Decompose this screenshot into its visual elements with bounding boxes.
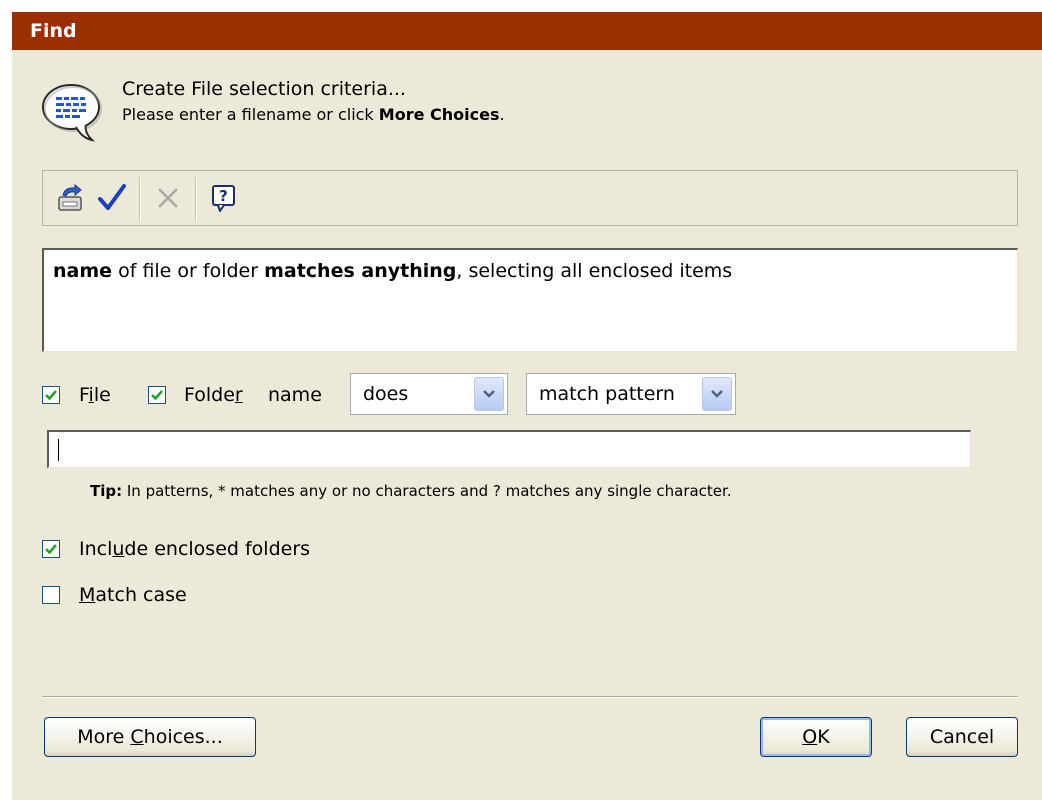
help-icon: ? — [212, 185, 235, 212]
does-select[interactable]: does — [350, 373, 508, 415]
export-button[interactable] — [53, 181, 87, 215]
divider — [42, 696, 1018, 698]
does-select-value: does — [363, 383, 409, 405]
chevron-down-icon[interactable] — [474, 377, 504, 411]
tip-text: Tip: In patterns, * matches any or no ch… — [90, 482, 732, 500]
title-bar: Find — [12, 12, 1042, 50]
export-icon — [58, 183, 82, 211]
toolbar-separator — [139, 177, 141, 221]
svg-text:?: ? — [219, 187, 228, 205]
checkmark-icon — [151, 390, 163, 401]
match-case-checkbox[interactable] — [42, 586, 60, 604]
pattern-input[interactable] — [47, 430, 971, 468]
apply-button[interactable] — [95, 181, 129, 215]
pattern-select-value: match pattern — [539, 383, 675, 405]
folder-label[interactable]: Folder — [184, 384, 243, 406]
header-instructions: Please enter a filename or click More Ch… — [122, 105, 505, 124]
checkmark-icon — [98, 184, 126, 210]
checkmark-icon — [45, 390, 57, 401]
header-title: Create File selection criteria... — [122, 78, 406, 100]
include-enclosed-label[interactable]: Include enclosed folders — [79, 538, 310, 560]
delete-button[interactable] — [151, 181, 185, 215]
speech-bubble-icon — [40, 80, 108, 142]
include-enclosed-checkbox[interactable] — [42, 540, 60, 558]
file-label[interactable]: File — [79, 384, 111, 406]
ok-button[interactable]: OK — [760, 717, 872, 757]
folder-checkbox[interactable] — [148, 386, 166, 404]
criteria-summary[interactable]: name of file or folder matches anything,… — [42, 248, 1018, 352]
more-choices-button[interactable]: More Choices... — [44, 717, 256, 757]
help-button[interactable]: ? — [207, 181, 241, 215]
chevron-down-icon[interactable] — [702, 377, 732, 411]
text-caret — [58, 439, 59, 461]
pattern-select[interactable]: match pattern — [526, 373, 736, 415]
match-case-label[interactable]: Match case — [79, 584, 187, 606]
find-dialog: Find Create File selection criteria... P… — [12, 12, 1042, 800]
delete-icon — [158, 188, 178, 208]
file-checkbox[interactable] — [42, 386, 60, 404]
toolbar: ? — [42, 170, 1018, 226]
checkmark-icon — [45, 544, 57, 555]
cancel-button[interactable]: Cancel — [906, 717, 1018, 757]
window-title: Find — [30, 20, 77, 42]
name-label: name — [268, 384, 322, 406]
toolbar-separator — [195, 177, 197, 221]
